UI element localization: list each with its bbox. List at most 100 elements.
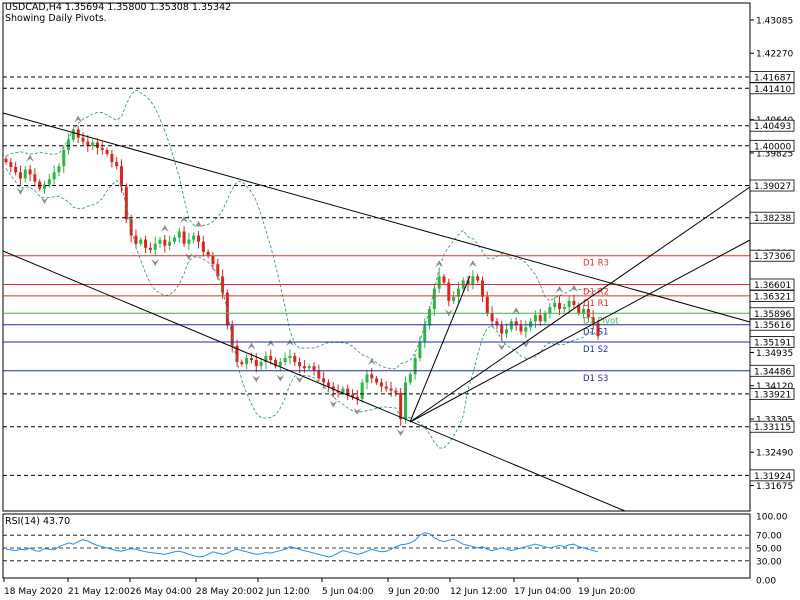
price-chart[interactable]: D1 R3D1 R2D1 R1D1 PivotD1 S1D1 S2D1 S3 1… (0, 0, 800, 600)
candle-bear (9, 162, 13, 168)
candle-bear (249, 357, 253, 361)
rsi-level-label: 50.00 (756, 545, 782, 555)
candle-bear (240, 362, 244, 365)
trend-line (409, 239, 751, 423)
fractal-down-icon (497, 343, 506, 351)
candle-bull (278, 362, 282, 367)
candle-bear (317, 370, 321, 379)
rsi-line (5, 532, 599, 558)
level-price-label: 1.41687 (754, 73, 791, 83)
candle-bear (144, 239, 148, 248)
candle-bull (548, 306, 552, 314)
candle-bear (95, 142, 99, 148)
candle-bull (23, 169, 27, 179)
fractal-up-icon (435, 260, 444, 268)
time-label: 18 May 2020 (4, 587, 63, 597)
candle-bear (326, 382, 330, 387)
candle-bear (163, 239, 167, 246)
fractal-down-icon (16, 187, 25, 195)
level-price-label: 1.35896 (754, 310, 791, 320)
fractal-up-icon (285, 339, 294, 347)
candle-bull (452, 296, 456, 301)
candle-bear (389, 388, 393, 391)
candle-bear (293, 355, 297, 363)
price-tick-label: 1.32490 (756, 449, 793, 459)
candle-bear (269, 355, 273, 361)
candles (4, 125, 600, 427)
level-price-label: 1.38238 (754, 214, 791, 224)
candle-bear (538, 315, 542, 322)
pivot-label: D1 S3 (583, 374, 608, 384)
rsi-pane[interactable]: 100.00 70.00 50.00 30.00 0.00 (2, 513, 788, 587)
time-axis: 18 May 2020 21 May 12:00 26 May 04:00 28 Ma… (3, 578, 635, 597)
candle-bear (33, 174, 37, 182)
candle-bull (341, 388, 345, 393)
trend-lines (2, 112, 751, 512)
candle-bull (413, 357, 417, 375)
candle-bull (158, 239, 162, 244)
candle-bull (67, 139, 71, 150)
fractal-up-icon (247, 342, 256, 350)
time-label: 9 Jun 20:00 (388, 587, 440, 597)
candle-bull (408, 374, 412, 383)
price-tick-label: 1.43085 (756, 16, 793, 26)
candle-bear (557, 302, 561, 310)
candle-bear (182, 231, 186, 244)
fractal-up-icon (194, 220, 203, 228)
candle-bear (81, 137, 85, 142)
candle-bear (298, 362, 302, 367)
candle-bull (553, 302, 557, 307)
candle-bear (105, 149, 109, 154)
candle-bear (4, 158, 8, 163)
pivot-label: D1 R3 (583, 259, 609, 269)
candle-bear (100, 147, 104, 150)
candle-bull (168, 241, 172, 246)
candle-bear (115, 162, 119, 167)
time-label: 17 Jun 04:00 (514, 587, 571, 597)
candle-bear (110, 153, 114, 163)
candle-bear (302, 366, 306, 369)
level-price-label: 1.36321 (754, 292, 791, 302)
main-frame (2, 2, 751, 512)
candle-bear (500, 325, 504, 334)
fractal-down-icon (329, 400, 338, 408)
price-pane[interactable]: D1 R3D1 R2D1 R1D1 PivotD1 S1D1 S2D1 S3 (2, 2, 751, 512)
price-axis: 1.430851.422701.406401.398251.382051.373… (749, 16, 795, 492)
candle-bull (153, 243, 157, 250)
pivot-label: D1 R1 (583, 299, 609, 309)
fractal-down-icon (353, 407, 362, 415)
candle-bear (312, 366, 316, 371)
candle-bear (490, 313, 494, 322)
candle-bear (14, 167, 18, 173)
fractal-up-icon (74, 115, 83, 123)
candle-bull (505, 329, 509, 334)
fractal-up-icon (26, 154, 35, 162)
candle-bull (57, 166, 61, 173)
candle-bull (307, 366, 311, 369)
level-price-label: 1.41410 (754, 85, 791, 95)
candle-bull (471, 276, 475, 285)
fractals (16, 115, 578, 437)
level-price-label: 1.34486 (754, 367, 791, 377)
candle-bull (139, 239, 143, 244)
candle-bull (543, 313, 547, 322)
fractal-down-icon (396, 429, 405, 437)
candle-bear (480, 280, 484, 297)
candle-bear (572, 300, 576, 305)
symbol-header: USDCAD,H4 1.35694 1.35800 1.35308 1.3534… (5, 2, 232, 13)
candle-bear (211, 255, 215, 265)
candle-bull (177, 231, 181, 238)
candle-bull (360, 382, 364, 399)
fractal-up-icon (468, 260, 477, 268)
candle-bear (476, 276, 480, 281)
fractal-up-icon (180, 216, 189, 224)
fractal-down-icon (151, 258, 160, 266)
level-price-label: 1.35191 (754, 339, 791, 349)
candle-bull (172, 237, 176, 242)
time-label: 26 May 04:00 (130, 587, 192, 597)
candle-bear (201, 241, 205, 252)
candle-bull (192, 235, 196, 240)
candle-bull (562, 306, 566, 310)
candle-bear (197, 235, 201, 242)
candle-bear (86, 141, 90, 146)
